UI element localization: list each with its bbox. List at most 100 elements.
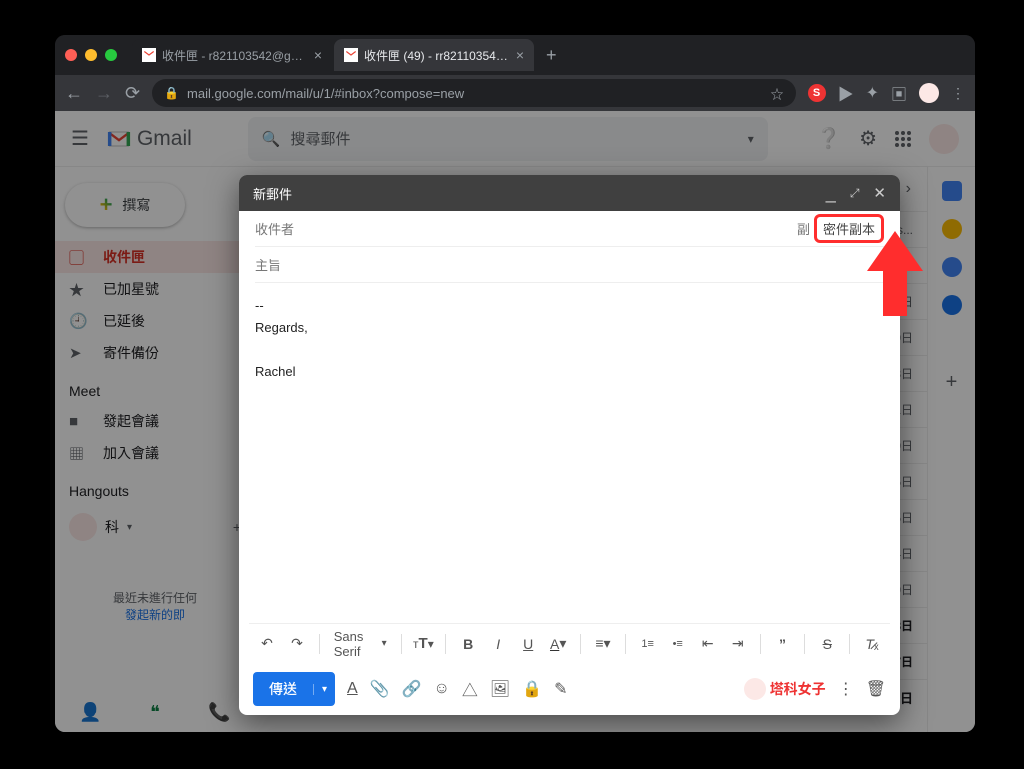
underline-button[interactable]: U	[516, 630, 540, 658]
numbered-list-button[interactable]: 1≡	[636, 630, 660, 658]
sidebar-item-inbox[interactable]: ▢收件匣	[55, 241, 255, 273]
url-text: mail.google.com/mail/u/1/#inbox?compose=…	[187, 86, 464, 101]
apps-grid-icon[interactable]	[895, 131, 911, 147]
support-icon[interactable]: ❔	[816, 126, 841, 151]
compose-label: 撰寫	[122, 195, 150, 215]
bullet-list-button[interactable]: •≡	[666, 630, 690, 658]
traffic-zoom[interactable]	[105, 49, 117, 61]
undo-button[interactable]: ↶	[255, 630, 279, 658]
hangouts-start-link[interactable]: 發起新的即	[125, 608, 185, 622]
font-size-button[interactable]: тT▾	[411, 630, 435, 658]
emoji-icon[interactable]: ☺	[434, 680, 450, 698]
sidebar-item-snoozed[interactable]: 🕘已延後	[55, 305, 255, 337]
keep-icon[interactable]	[942, 219, 962, 239]
browser-menu-icon[interactable]: ⋮	[951, 85, 965, 102]
search-icon: 🔍	[262, 130, 281, 148]
star-icon: ★	[69, 279, 87, 300]
traffic-minimize[interactable]	[85, 49, 97, 61]
compose-title: 新郵件	[253, 184, 292, 203]
menu-icon[interactable]: ☰	[71, 126, 89, 151]
bcc-button[interactable]: 密件副本	[823, 222, 875, 237]
image-icon[interactable]: 🖼	[490, 679, 510, 699]
indent-button[interactable]: ⇥	[726, 630, 750, 658]
compose-body[interactable]: -- Regards, Rachel	[239, 283, 900, 623]
new-tab-button[interactable]: +	[536, 45, 567, 66]
compose-close-button[interactable]: ✕	[873, 184, 886, 202]
sidebar-item-new-meeting[interactable]: ■發起會議	[55, 405, 255, 437]
quote-button[interactable]: ”	[770, 630, 794, 658]
watermark-avatar	[744, 678, 766, 700]
link-icon[interactable]: 🔗	[402, 679, 422, 699]
cast-icon[interactable]: ▣	[891, 81, 907, 105]
send-options-button[interactable]: ▾	[313, 684, 335, 695]
text-color-button[interactable]: A▾	[546, 630, 570, 658]
sidebar-item-sent[interactable]: ➤寄件備份	[55, 337, 255, 369]
drive-icon[interactable]: △	[462, 677, 478, 701]
search-options-icon[interactable]: ▾	[748, 132, 754, 146]
subject-field[interactable]: 主旨	[255, 247, 884, 283]
extensions-puzzle-icon[interactable]: ✦	[866, 83, 879, 103]
tab-title: 收件匣 - r821103542@gmail.co	[162, 47, 308, 64]
gmail-logo[interactable]: Gmail	[105, 125, 192, 153]
cc-button[interactable]: 副	[797, 219, 810, 238]
format-toggle-button[interactable]: A	[347, 680, 358, 698]
search-input[interactable]: 🔍 搜尋郵件 ▾	[248, 117, 768, 161]
subject-label: 主旨	[255, 255, 281, 274]
tasks-icon[interactable]	[942, 257, 962, 277]
address-bar[interactable]: 🔒 mail.google.com/mail/u/1/#inbox?compos…	[152, 79, 795, 107]
discard-icon[interactable]: 🗑	[866, 679, 886, 699]
next-page-button[interactable]: ›	[906, 180, 911, 198]
tab-title: 收件匣 (49) - rr821103542@gm	[364, 47, 510, 64]
traffic-close[interactable]	[65, 49, 77, 61]
contacts-icon[interactable]	[942, 295, 962, 315]
compose-expand-button[interactable]: ⤢	[850, 186, 860, 201]
sidebar-item-starred[interactable]: ★已加星號	[55, 273, 255, 305]
settings-gear-icon[interactable]: ⚙	[859, 126, 877, 151]
redo-button[interactable]: ↷	[285, 630, 309, 658]
calendar-icon[interactable]	[942, 181, 962, 201]
strikethrough-button[interactable]: S	[815, 630, 839, 658]
sidebar-item-join-meeting[interactable]: ▦加入會議	[55, 437, 255, 469]
bookmark-icon[interactable]: ☆	[771, 84, 784, 103]
hangouts-empty-text: 最近未進行任何	[65, 589, 245, 606]
plus-icon: +	[100, 192, 113, 218]
clear-format-button[interactable]: T̷ₓ	[860, 630, 884, 658]
align-button[interactable]: ≡▾	[591, 630, 615, 658]
gmail-brand: Gmail	[137, 127, 192, 151]
video-icon: ■	[69, 413, 87, 430]
browser-tab-2[interactable]: 收件匣 (49) - rr821103542@gm ×	[334, 39, 534, 71]
keyboard-icon: ▦	[69, 443, 87, 464]
to-label: 收件者	[255, 219, 294, 238]
person-icon[interactable]: 👤	[79, 702, 101, 723]
compose-button[interactable]: + 撰寫	[65, 183, 185, 227]
attach-icon[interactable]: 📎	[370, 679, 390, 699]
phone-icon[interactable]: 📞	[208, 702, 230, 723]
addons-plus-icon[interactable]: +	[946, 371, 958, 394]
more-options-icon[interactable]: ⋮	[838, 679, 854, 699]
compose-minimize-button[interactable]: _	[826, 188, 836, 198]
bold-button[interactable]: B	[456, 630, 480, 658]
forward-button[interactable]: →	[95, 83, 113, 104]
extension-play-icon[interactable]: ▶	[838, 81, 854, 105]
send-icon: ➤	[69, 344, 87, 362]
tab-close-icon[interactable]: ×	[516, 47, 524, 63]
italic-button[interactable]: I	[486, 630, 510, 658]
hangouts-user[interactable]: 科 ▾ +	[55, 505, 255, 549]
to-field[interactable]: 收件者 副 密件副本	[255, 211, 884, 247]
hangouts-chat-icon[interactable]: ❝	[150, 702, 160, 723]
meet-section-label: Meet	[55, 369, 255, 405]
pen-icon[interactable]: ✎	[554, 679, 567, 699]
browser-tab-1[interactable]: 收件匣 - r821103542@gmail.co ×	[132, 39, 332, 71]
reload-button[interactable]: ⟳	[125, 83, 140, 104]
extension-s-icon[interactable]: S	[808, 84, 826, 102]
outdent-button[interactable]: ⇤	[696, 630, 720, 658]
font-select[interactable]: Sans Serif ▾	[330, 629, 391, 659]
send-button[interactable]: 傳送 ▾	[253, 672, 335, 706]
back-button[interactable]: ←	[65, 83, 83, 104]
profile-avatar[interactable]	[919, 83, 939, 103]
tab-close-icon[interactable]: ×	[314, 47, 322, 63]
clock-icon: 🕘	[69, 312, 87, 330]
confidential-icon[interactable]: 🔒	[522, 679, 542, 699]
search-placeholder: 搜尋郵件	[290, 128, 350, 149]
account-avatar[interactable]	[929, 124, 959, 154]
